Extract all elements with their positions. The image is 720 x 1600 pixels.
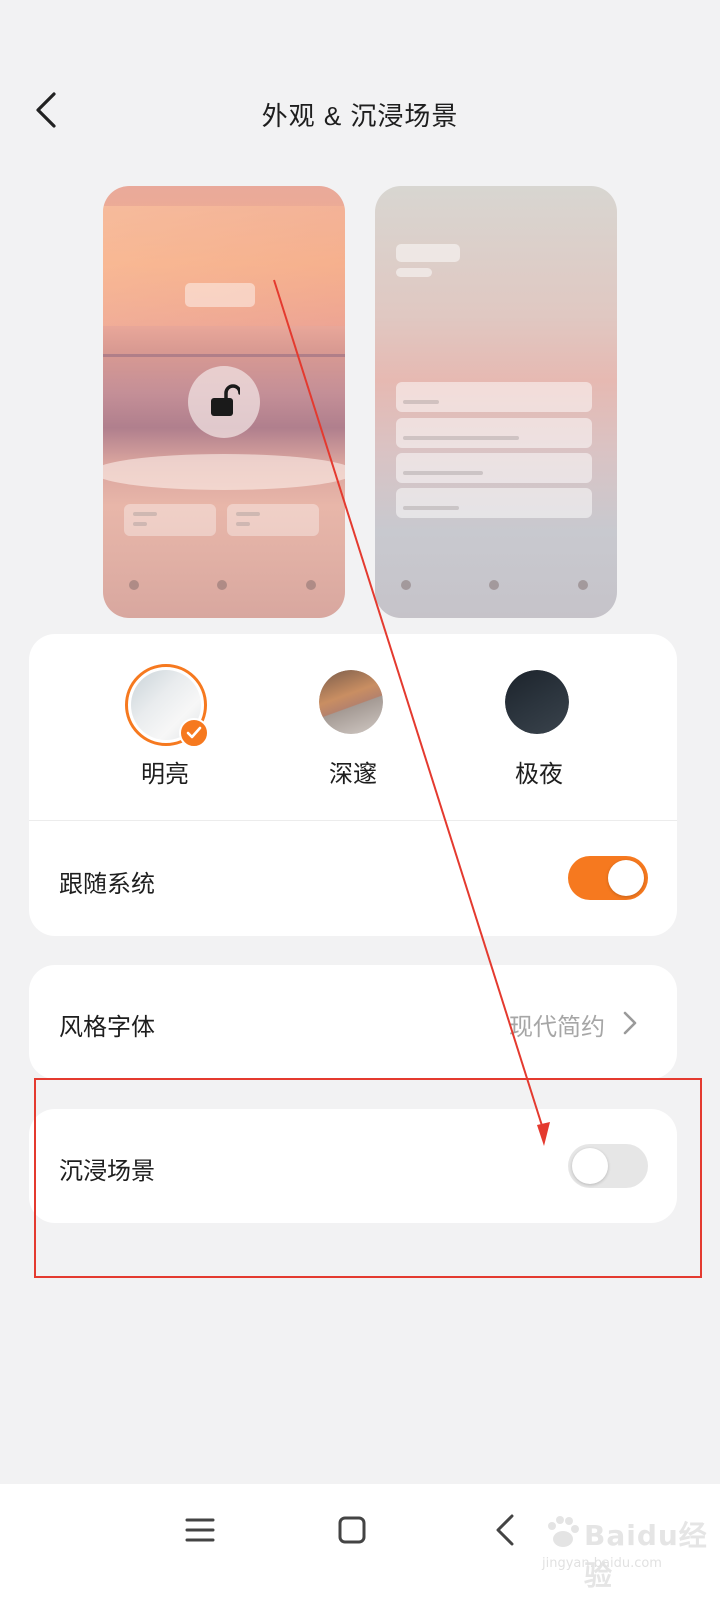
divider bbox=[29, 820, 677, 821]
widget-text-line bbox=[236, 522, 250, 526]
chevron-right-icon bbox=[623, 1011, 637, 1035]
immersive-scene-toggle[interactable] bbox=[568, 1144, 648, 1188]
theme-option-polar-night[interactable]: 极夜 bbox=[479, 664, 599, 794]
toggle-knob bbox=[608, 860, 644, 896]
theme-label: 极夜 bbox=[515, 761, 563, 788]
list-text-line bbox=[403, 506, 459, 510]
home-screen-preview[interactable] bbox=[375, 186, 617, 618]
list-item-placeholder bbox=[396, 382, 592, 412]
title-placeholder bbox=[396, 244, 460, 262]
unlock-button bbox=[188, 366, 260, 438]
theme-card: 明亮 深邃 极夜 跟随系统 bbox=[29, 634, 677, 936]
watermark-url: jingyan.baidu.com bbox=[542, 1556, 662, 1571]
widget-placeholder bbox=[124, 504, 216, 536]
paw-logo-icon bbox=[548, 1516, 579, 1547]
night-thumbnail-icon bbox=[505, 670, 569, 734]
baidu-watermark: Baidu经验 jingyan.baidu.com bbox=[540, 1490, 710, 1592]
immersive-scene-card: 沉浸场景 bbox=[29, 1109, 677, 1223]
font-style-value: 现代简约 bbox=[509, 1014, 605, 1041]
clock-placeholder bbox=[185, 283, 255, 307]
back-icon bbox=[496, 1514, 514, 1546]
sky-gradient bbox=[103, 206, 345, 326]
list-text-line bbox=[403, 400, 439, 404]
immersive-scene-label: 沉浸场景 bbox=[59, 1158, 155, 1185]
theme-option-bright[interactable]: 明亮 bbox=[105, 664, 225, 794]
theme-option-deep[interactable]: 深邃 bbox=[293, 664, 413, 794]
dock-dot bbox=[217, 580, 227, 590]
horizon-line bbox=[103, 354, 345, 357]
unlock-icon bbox=[211, 384, 240, 416]
sunset-thumbnail-icon bbox=[319, 670, 383, 734]
page-title: 外观 & 沉浸场景 bbox=[261, 101, 459, 131]
toggle-knob bbox=[572, 1148, 608, 1184]
home-button[interactable] bbox=[330, 1508, 374, 1552]
list-text-line bbox=[403, 436, 519, 440]
follow-system-label: 跟随系统 bbox=[59, 871, 155, 898]
dock-dot bbox=[489, 580, 499, 590]
dock-dot bbox=[578, 580, 588, 590]
menu-icon bbox=[185, 1518, 215, 1542]
dock-dot bbox=[306, 580, 316, 590]
home-icon bbox=[338, 1516, 366, 1544]
theme-label: 深邃 bbox=[329, 761, 377, 788]
widget-text-line bbox=[133, 512, 157, 516]
follow-system-toggle[interactable] bbox=[568, 856, 648, 900]
header: 外观 & 沉浸场景 bbox=[0, 70, 720, 154]
list-item-placeholder bbox=[396, 418, 592, 448]
wave-foam bbox=[103, 454, 345, 490]
font-style-row[interactable]: 风格字体 现代简约 bbox=[29, 965, 677, 1079]
dock-dot bbox=[401, 580, 411, 590]
widget-text-line bbox=[133, 522, 147, 526]
nav-back-button[interactable] bbox=[484, 1508, 528, 1552]
list-item-placeholder bbox=[396, 453, 592, 483]
menu-button[interactable] bbox=[178, 1508, 222, 1552]
widget-text-line bbox=[236, 512, 260, 516]
watermark-brand: Baidu经验 bbox=[584, 1519, 708, 1592]
dock-dot bbox=[129, 580, 139, 590]
font-style-label: 风格字体 bbox=[59, 1014, 155, 1041]
check-icon bbox=[179, 718, 209, 748]
widget-placeholder bbox=[227, 504, 319, 536]
theme-label: 明亮 bbox=[141, 761, 189, 788]
subtitle-placeholder bbox=[396, 268, 432, 277]
list-text-line bbox=[403, 471, 483, 475]
list-item-placeholder bbox=[396, 488, 592, 518]
light-theme-preview[interactable] bbox=[103, 186, 345, 618]
